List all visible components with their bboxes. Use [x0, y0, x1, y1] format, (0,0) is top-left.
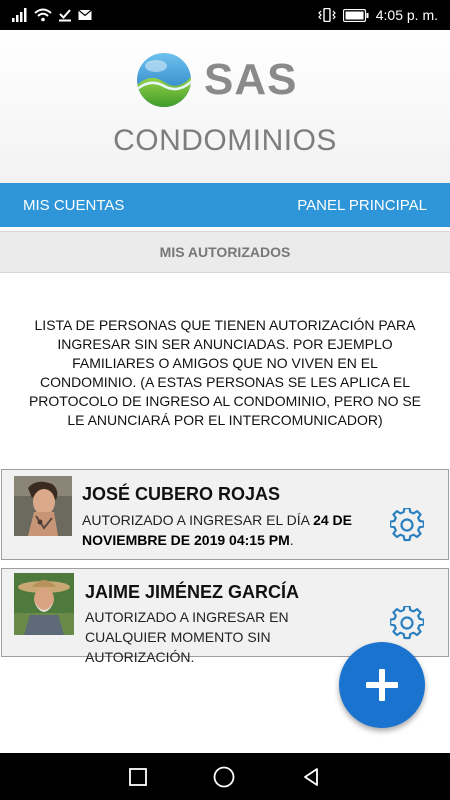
person-name: JAIME JIMÉNEZ GARCÍA: [85, 582, 300, 602]
page-title: CONDOMINIOS: [113, 124, 337, 157]
top-nav-bar: MIS CUENTAS PANEL PRINCIPAL: [0, 183, 450, 227]
status-bar: 4:05 p. m.: [0, 0, 450, 30]
plus-icon: [366, 669, 398, 701]
person-authorization: AUTORIZADO A INGRESAR EL DÍA 24 DE NOVIE…: [82, 510, 368, 550]
section-title: MIS AUTORIZADOS: [159, 244, 291, 260]
signal-icon: [12, 8, 27, 22]
status-time: 4:05 p. m.: [375, 7, 438, 23]
authorization-suffix: .: [289, 532, 294, 548]
description-text: LISTA DE PERSONAS QUE TIENEN AUTORIZACIÓ…: [28, 317, 422, 428]
brand-logo: SAS: [136, 52, 297, 108]
avatar: [14, 476, 72, 536]
nav-mis-cuentas[interactable]: MIS CUENTAS: [23, 197, 124, 214]
avatar: [14, 573, 74, 635]
app-screen: 4:05 p. m. SAS CONDOMINIOS MIS CUENTAS P…: [0, 0, 450, 800]
person-authorization: AUTORIZADO A INGRESAR EN CUALQUIER MOMEN…: [85, 609, 289, 665]
recents-square-icon[interactable]: [128, 767, 148, 787]
back-triangle-icon[interactable]: [300, 766, 322, 788]
battery-icon: [342, 8, 369, 22]
globe-logo-icon: [137, 53, 191, 107]
gear-icon[interactable]: [390, 508, 424, 542]
section-header: MIS AUTORIZADOS: [0, 231, 450, 273]
mail-icon: [78, 9, 92, 20]
vibrate-icon: [317, 8, 336, 22]
logo-text: SAS: [204, 55, 298, 104]
nav-panel-principal[interactable]: PANEL PRINCIPAL: [297, 197, 427, 214]
authorized-person-card[interactable]: JOSÉ CUBERO ROJAS AUTORIZADO A INGRESAR …: [1, 469, 449, 560]
gear-icon[interactable]: [390, 606, 424, 640]
app-header: SAS CONDOMINIOS: [0, 30, 450, 183]
download-done-icon: [59, 9, 71, 22]
person-name: JOSÉ CUBERO ROJAS: [82, 484, 281, 504]
add-person-button[interactable]: [339, 642, 425, 728]
wifi-icon: [34, 8, 52, 22]
authorization-text: AUTORIZADO A INGRESAR EL DÍA: [82, 512, 314, 528]
system-navigation-bar: [0, 753, 450, 800]
home-circle-icon[interactable]: [212, 765, 236, 789]
